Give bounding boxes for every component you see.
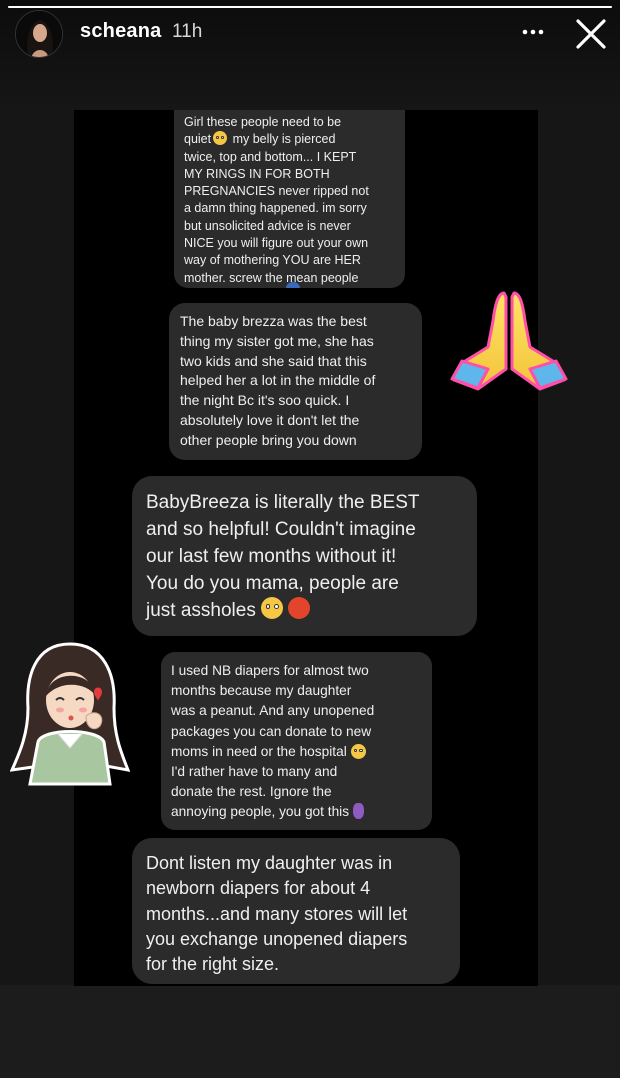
message-line: and so helpful! Couldn't imagine	[146, 519, 416, 540]
message-line: other people bring you down	[180, 431, 357, 448]
message-line: MY RINGS IN FOR BOTH	[184, 166, 330, 181]
message-line: way of mothering YOU are HER	[184, 253, 361, 268]
message-line: I'd rather have to many and	[171, 764, 338, 780]
message-line: You do you mama, people are	[146, 573, 399, 594]
pregnant-woman-emoji-icon	[352, 803, 364, 820]
message-line: PREGNANCIES never ripped not	[184, 184, 369, 199]
message-line: annoying people, you got this	[171, 802, 422, 822]
message-line: I used NB diapers for almost two	[171, 663, 369, 678]
message-line: quiet my belly is pierced	[184, 131, 395, 148]
message-text: annoying people, you got this	[171, 804, 350, 820]
message-line: a damn thing happened. im sorry	[184, 201, 367, 216]
story-header: scheana 11h	[0, 0, 620, 64]
message-line: BabyBreeza is literally the BEST	[146, 492, 420, 513]
message-text: quiet	[184, 132, 212, 147]
eye-roll-emoji-icon	[261, 597, 284, 619]
message-line: Dont listen my daughter was in	[146, 853, 393, 873]
message-line: you exchange unopened diapers	[146, 928, 408, 949]
close-icon	[576, 19, 606, 49]
message-text: my belly is pierced	[229, 132, 336, 147]
message-line: Girl these people need to be	[184, 115, 342, 129]
message-text: just assholes	[146, 600, 256, 621]
message-line: months because my daughter	[171, 683, 352, 699]
message-line: our last few months without it!	[146, 546, 397, 567]
girl-blowing-kiss-sticker-icon[interactable]	[10, 638, 130, 786]
story-timestamp: 11h	[172, 21, 203, 42]
message-line: but unsolicited advice is never	[184, 218, 351, 233]
message-line: moms in need or the hospital	[171, 742, 422, 762]
message-text: moms in need or the hospital	[171, 743, 347, 759]
message-line: helped her a lot in the middle of	[180, 372, 376, 389]
message-line: for the right size.	[146, 954, 280, 975]
message-line: thing my sister got me, she has	[180, 332, 374, 349]
message-bubble: The baby brezza was the best thing my si…	[169, 303, 422, 460]
story-bottom-area	[0, 985, 620, 1078]
message-line: absolutely love it don't let the	[180, 411, 360, 428]
message-bubble: BabyBreeza is literally the BEST and so …	[132, 476, 477, 636]
message-bubble: Dont listen my daughter was in newborn d…	[132, 838, 460, 984]
message-line: was a peanut. And any unopened	[171, 703, 375, 719]
message-line: packages you can donate to new	[171, 723, 372, 739]
message-line: just assholes	[146, 597, 463, 624]
avatar-image	[16, 11, 62, 57]
message-line: NICE you will figure out your own	[184, 236, 369, 251]
more-options-button[interactable]	[519, 22, 549, 42]
message-line: newborn diapers for about 4	[146, 878, 371, 899]
avatar[interactable]	[15, 10, 63, 58]
more-horizontal-icon	[522, 29, 544, 35]
message-line: months...and many stores will let	[146, 903, 408, 924]
message-line: twice, top and bottom... I KEPT	[184, 149, 357, 164]
message-line: The baby brezza was the best	[180, 313, 367, 329]
eye-roll-emoji-icon	[350, 743, 366, 759]
message-line: two kids and she said that this	[180, 352, 367, 369]
message-bubble: I used NB diapers for almost two months …	[161, 652, 432, 830]
message-line: the night Bc it's soo quick. I	[180, 392, 350, 409]
dizzy-face-emoji-icon	[213, 131, 228, 146]
message-bubble: Girl these people need to be quiet my be…	[174, 110, 405, 288]
message-line: donate the rest. Ignore the	[171, 784, 332, 800]
dm-screenshot: Girl these people need to be quiet my be…	[74, 110, 538, 986]
username[interactable]: scheana	[80, 20, 161, 43]
close-button[interactable]	[573, 16, 609, 52]
blue-heart-emoji-icon	[286, 282, 300, 288]
praying-hands-sticker-icon[interactable]	[448, 285, 570, 405]
angry-cursing-emoji-icon	[288, 597, 311, 619]
